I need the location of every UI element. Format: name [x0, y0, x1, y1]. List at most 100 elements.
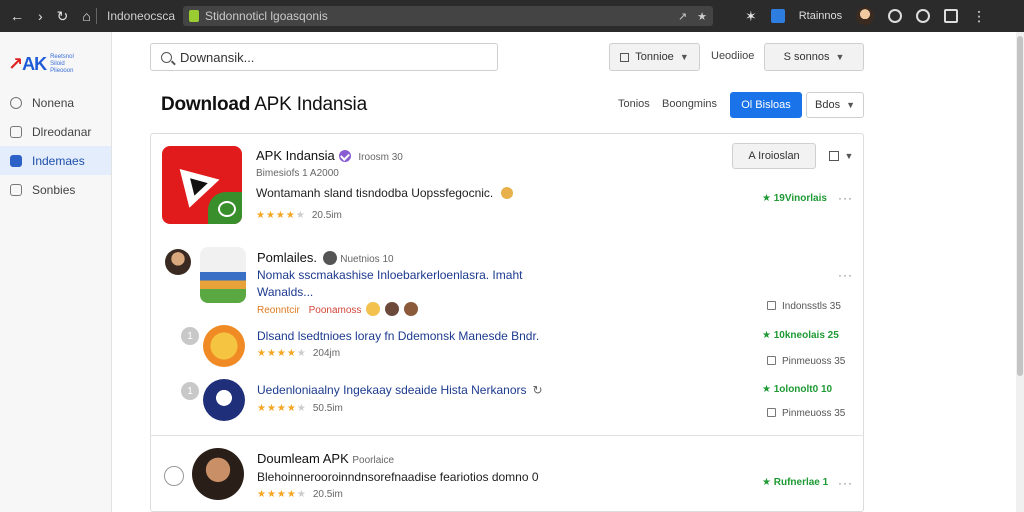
chevron-down-icon: ▼	[844, 151, 854, 161]
sidebar-item-services[interactable]: Sonbies	[0, 175, 111, 204]
browser-toolbar: ← › ↻ ⌂ Indoneocsca Stidonnoticl lgoasqo…	[0, 0, 1024, 32]
logo-text: AK	[22, 53, 47, 74]
checkbox-icon[interactable]	[767, 408, 776, 417]
settings-icon[interactable]	[888, 9, 903, 23]
bottom-app-count: 20.5im	[312, 489, 343, 500]
extension-icon[interactable]	[770, 9, 785, 23]
checkbox-icon[interactable]	[767, 301, 776, 310]
sub-item-check-text: Pinmeuoss 35	[782, 408, 846, 419]
comment-author-dot	[322, 251, 337, 265]
share-icon[interactable]: ↗	[678, 10, 687, 23]
comment-header: Pomlailes. Nuetnios 10	[257, 250, 394, 265]
app-rating: ★★★★★ 20.5im	[256, 210, 342, 221]
address-url[interactable]: Stidonnoticl lgoasqonis	[205, 9, 672, 23]
comment-tags: Reonntcir Poonamoss	[257, 302, 418, 316]
tab-title[interactable]: Indoneocsca	[107, 9, 183, 23]
grid-icon	[10, 154, 22, 167]
app-name[interactable]: APK Indansia	[256, 148, 335, 163]
sort-dropdown[interactable]: S sonnos ▼	[764, 43, 864, 71]
secure-icon	[189, 10, 199, 22]
bookmark-icon[interactable]: ★	[697, 10, 707, 23]
extensions-icon[interactable]: ✶	[745, 9, 757, 23]
comment-text-line2: Wanalds...	[257, 285, 314, 299]
sticker-thumbnail[interactable]	[200, 247, 246, 303]
comment-text-line1: Nomak sscmakashise Inloebarkerloenlasra.…	[257, 268, 523, 282]
comment-tag[interactable]: Reonntcir	[257, 305, 300, 316]
app-description: Wontamanh sland tisndodba Uopssfegocnic.	[256, 186, 513, 200]
download-count: ★ 19Vinorlais	[762, 193, 827, 204]
android-badge-icon	[208, 192, 242, 224]
sidebar-item-label: Sonbies	[32, 182, 76, 197]
more-icon[interactable]: ···	[838, 476, 853, 490]
home-icon[interactable]: ⌂	[82, 9, 90, 23]
browser-nav: ← › ↻ ⌂	[0, 9, 92, 23]
bottom-app-rating: ★★★★★ 20.5im	[257, 489, 343, 500]
app-name-row[interactable]: APK Indansia Iroosm 30	[256, 148, 403, 163]
sub-item-title[interactable]: Uedenloniaalny Ingekaay sdeaide Hista Ne…	[257, 383, 543, 397]
sub-item-check: Pinmeuoss 35	[767, 356, 845, 367]
updates-link[interactable]: Ueodiioe	[711, 50, 754, 62]
secondary-dropdown[interactable]: Bdos ▼	[806, 92, 864, 118]
sub-item-title[interactable]: Dlsand lsedtnioes loray fn Ddemonsk Mane…	[257, 329, 539, 343]
refresh-icon: ↻	[532, 383, 543, 397]
filter-dropdown[interactable]: Tonnioe ▼	[609, 43, 700, 71]
bottom-app-avatar[interactable]	[192, 448, 244, 500]
comment-stat-text: Indonsstls 35	[782, 301, 841, 312]
forward-icon[interactable]: ›	[38, 9, 43, 23]
sidebar-item-home[interactable]: Nonena	[0, 88, 111, 117]
header-link-bookmarks[interactable]: Boongmins	[662, 98, 717, 110]
scrollbar[interactable]	[1016, 32, 1024, 512]
search-value: Downansik...	[180, 49, 255, 65]
sidebar-item-index[interactable]: Indemaes	[0, 146, 111, 175]
window-icon[interactable]	[944, 9, 959, 23]
sort-label: S sonnos	[783, 51, 830, 63]
primary-button[interactable]: Ol Bisloas	[730, 92, 802, 118]
search-input[interactable]: Downansik...	[150, 43, 498, 71]
commenter-avatar[interactable]	[165, 249, 191, 275]
sub-item-count: 204jm	[312, 348, 341, 359]
verified-icon	[338, 150, 351, 162]
back-icon[interactable]: ←	[10, 9, 24, 23]
more-icon[interactable]: ···	[838, 191, 853, 205]
menu-icon[interactable]: ⋮	[972, 9, 986, 23]
sidebar-item-directory[interactable]: Dlreodanar	[0, 117, 111, 146]
logo-mark: ↗AK	[8, 53, 47, 74]
help-icon[interactable]	[916, 9, 931, 23]
address-bar[interactable]: Stidonnoticl lgoasqonis ↗ ★	[183, 6, 713, 26]
page-title-bold: Download	[161, 94, 251, 115]
rating-count: 20.5im	[311, 210, 342, 221]
sidebar-item-label: Nonena	[32, 95, 75, 110]
app-icon[interactable]	[162, 146, 242, 224]
filter-label: Tonnioe	[635, 51, 674, 63]
sub-app-icon[interactable]	[203, 325, 245, 367]
install-button[interactable]: A Iroioslan	[732, 143, 816, 169]
app-options-dropdown[interactable]: ▼	[820, 143, 862, 169]
brand-logo[interactable]: ↗AK Reetsnol Siloid Plieooon	[0, 32, 111, 82]
rank-badge: 1	[181, 327, 199, 345]
profile-label[interactable]: Rtainnos	[799, 10, 842, 22]
circle-icon	[10, 96, 22, 109]
more-icon[interactable]: ···	[838, 268, 853, 282]
sub-app-icon[interactable]	[203, 379, 245, 421]
logo-tagline: Reetsnol Siloid Plieooon	[50, 53, 74, 74]
comment-tag[interactable]: Poonamoss	[309, 305, 362, 316]
sub-item-title-text[interactable]: Uedenloniaalny Ingekaay sdeaide Hista Ne…	[257, 383, 527, 397]
checkbox-icon[interactable]	[767, 356, 776, 365]
chevron-down-icon: ▼	[679, 52, 689, 62]
sub-item-stat: ★ 10kneolais 25	[762, 330, 839, 341]
radio-icon[interactable]	[164, 466, 184, 486]
search-icon	[161, 51, 172, 63]
install-label: A Iroioslan	[748, 150, 800, 162]
scrollbar-thumb[interactable]	[1017, 36, 1023, 376]
bottom-app-name[interactable]: Doumleam APK	[257, 451, 349, 466]
header-link-tonios[interactable]: Tonios	[618, 98, 650, 110]
sub-item-check-text: Pinmeuoss 35	[782, 356, 846, 367]
avatar-mini	[403, 302, 418, 316]
comment-author[interactable]: Pomlailes.	[257, 250, 317, 265]
sidebar-item-label: Indemaes	[32, 153, 85, 168]
profile-avatar[interactable]	[856, 7, 875, 25]
sub-item-count: 50.5im	[312, 403, 343, 414]
avatar-mini	[384, 302, 399, 316]
bottom-app-stat: ★ Rufnerlae 1	[762, 477, 829, 488]
reload-icon[interactable]: ↻	[57, 9, 69, 23]
